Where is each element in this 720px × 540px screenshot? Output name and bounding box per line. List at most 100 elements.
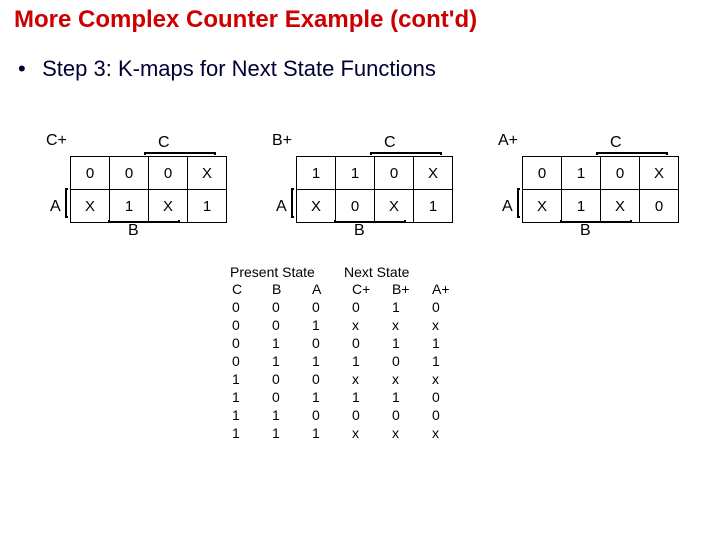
table-row: 1 0 1 1 1 0	[230, 388, 470, 406]
cell: x	[350, 424, 390, 442]
kmap-cell: X	[414, 157, 453, 190]
kmap-cell: X	[149, 190, 188, 223]
cell: 0	[350, 298, 390, 316]
cell: 0	[350, 406, 390, 424]
col-header: B	[270, 280, 310, 298]
kmap-cell: 0	[110, 157, 149, 190]
b-bracket	[108, 220, 180, 223]
kmap-cell: 1	[188, 190, 227, 223]
table-row: 0 0 0 0 1 0	[230, 298, 470, 316]
kmap-cell: 0	[71, 157, 110, 190]
cell: 0	[230, 334, 270, 352]
cell: 0	[430, 388, 470, 406]
kmap-cell: 0	[601, 157, 640, 190]
kmap-cell: X	[375, 190, 414, 223]
state-table: Present State Next State C B A C+ B+ A+ …	[230, 264, 470, 442]
cell: 0	[430, 406, 470, 424]
kmap-cell: 1	[110, 190, 149, 223]
kmap-cell: 0	[523, 157, 562, 190]
kmap-cell: X	[601, 190, 640, 223]
kmap-cell: 1	[336, 157, 375, 190]
cell: x	[430, 424, 470, 442]
table-row: 0 1 0 0 1 1	[230, 334, 470, 352]
cell: 1	[350, 388, 390, 406]
kmap-cell: X	[71, 190, 110, 223]
b-label: B	[580, 222, 591, 240]
cell: 0	[270, 370, 310, 388]
bullet-dot: •	[18, 56, 36, 82]
cell: 1	[430, 352, 470, 370]
cell: 1	[230, 424, 270, 442]
kmap-cell: X	[297, 190, 336, 223]
cell: 0	[270, 298, 310, 316]
kmap-cell: X	[523, 190, 562, 223]
slide-title: More Complex Counter Example (cont'd)	[14, 6, 477, 34]
state-table-grid: C B A C+ B+ A+ 0 0 0 0 1 0 0 0 1 x x	[230, 280, 470, 442]
cell: 0	[350, 334, 390, 352]
cell: 1	[390, 388, 430, 406]
cell: 0	[310, 334, 350, 352]
b-label: B	[128, 222, 139, 240]
kmap-cell: 0	[375, 157, 414, 190]
table-row: 1 1 0 0 0 0	[230, 406, 470, 424]
cell: 1	[270, 424, 310, 442]
c-label: C	[384, 134, 396, 152]
b-bracket	[334, 220, 406, 223]
table-row: 1 1 1 x x x	[230, 424, 470, 442]
cell: 1	[350, 352, 390, 370]
cell: 1	[310, 388, 350, 406]
cell: x	[390, 370, 430, 388]
cell: 0	[270, 316, 310, 334]
table-row: 0 0 1 x x x	[230, 316, 470, 334]
kmap-name: B+	[272, 132, 292, 150]
table-row: 1 0 0 x x x	[230, 370, 470, 388]
col-header: A	[310, 280, 350, 298]
cell: 0	[390, 406, 430, 424]
cell: 1	[310, 352, 350, 370]
kmap-cell: X	[640, 157, 679, 190]
cell: 1	[270, 334, 310, 352]
kmap-cell: 0	[149, 157, 188, 190]
col-header: C+	[350, 280, 390, 298]
cell: 1	[390, 298, 430, 316]
cell: 0	[390, 352, 430, 370]
cell: 0	[270, 388, 310, 406]
b-label: B	[354, 222, 365, 240]
cell: 1	[310, 316, 350, 334]
kmap-cell: 0	[336, 190, 375, 223]
c-label: C	[610, 134, 622, 152]
kmap-cell: X	[188, 157, 227, 190]
present-state-header: Present State	[230, 264, 344, 280]
cell: 0	[230, 352, 270, 370]
col-header: B+	[390, 280, 430, 298]
c-bracket	[144, 152, 216, 155]
kmap-name: C+	[46, 132, 67, 150]
next-state-header: Next State	[344, 264, 464, 280]
cell: x	[350, 370, 390, 388]
step-bullet: • Step 3: K-maps for Next State Function…	[18, 56, 436, 82]
a-bracket	[291, 188, 294, 218]
cell: 1	[230, 388, 270, 406]
kmap-grid: 0 0 0 X X 1 X 1	[70, 156, 227, 223]
cell: 0	[430, 298, 470, 316]
cell: 1	[390, 334, 430, 352]
cell: 1	[270, 352, 310, 370]
cell: 1	[270, 406, 310, 424]
a-bracket	[517, 188, 520, 218]
table-row: 0 1 1 1 0 1	[230, 352, 470, 370]
a-label: A	[50, 198, 61, 216]
kmap-cell: 0	[640, 190, 679, 223]
col-header: A+	[430, 280, 470, 298]
a-label: A	[276, 198, 287, 216]
cell: 0	[230, 298, 270, 316]
cell: 0	[230, 316, 270, 334]
cell: 1	[230, 370, 270, 388]
kmap-grid: 0 1 0 X X 1 X 0	[522, 156, 679, 223]
kmap-cell: 1	[562, 190, 601, 223]
cell: 0	[310, 370, 350, 388]
c-bracket	[370, 152, 442, 155]
b-bracket	[560, 220, 632, 223]
col-header: C	[230, 280, 270, 298]
cell: 0	[310, 298, 350, 316]
bullet-text: Step 3: K-maps for Next State Functions	[42, 56, 436, 81]
